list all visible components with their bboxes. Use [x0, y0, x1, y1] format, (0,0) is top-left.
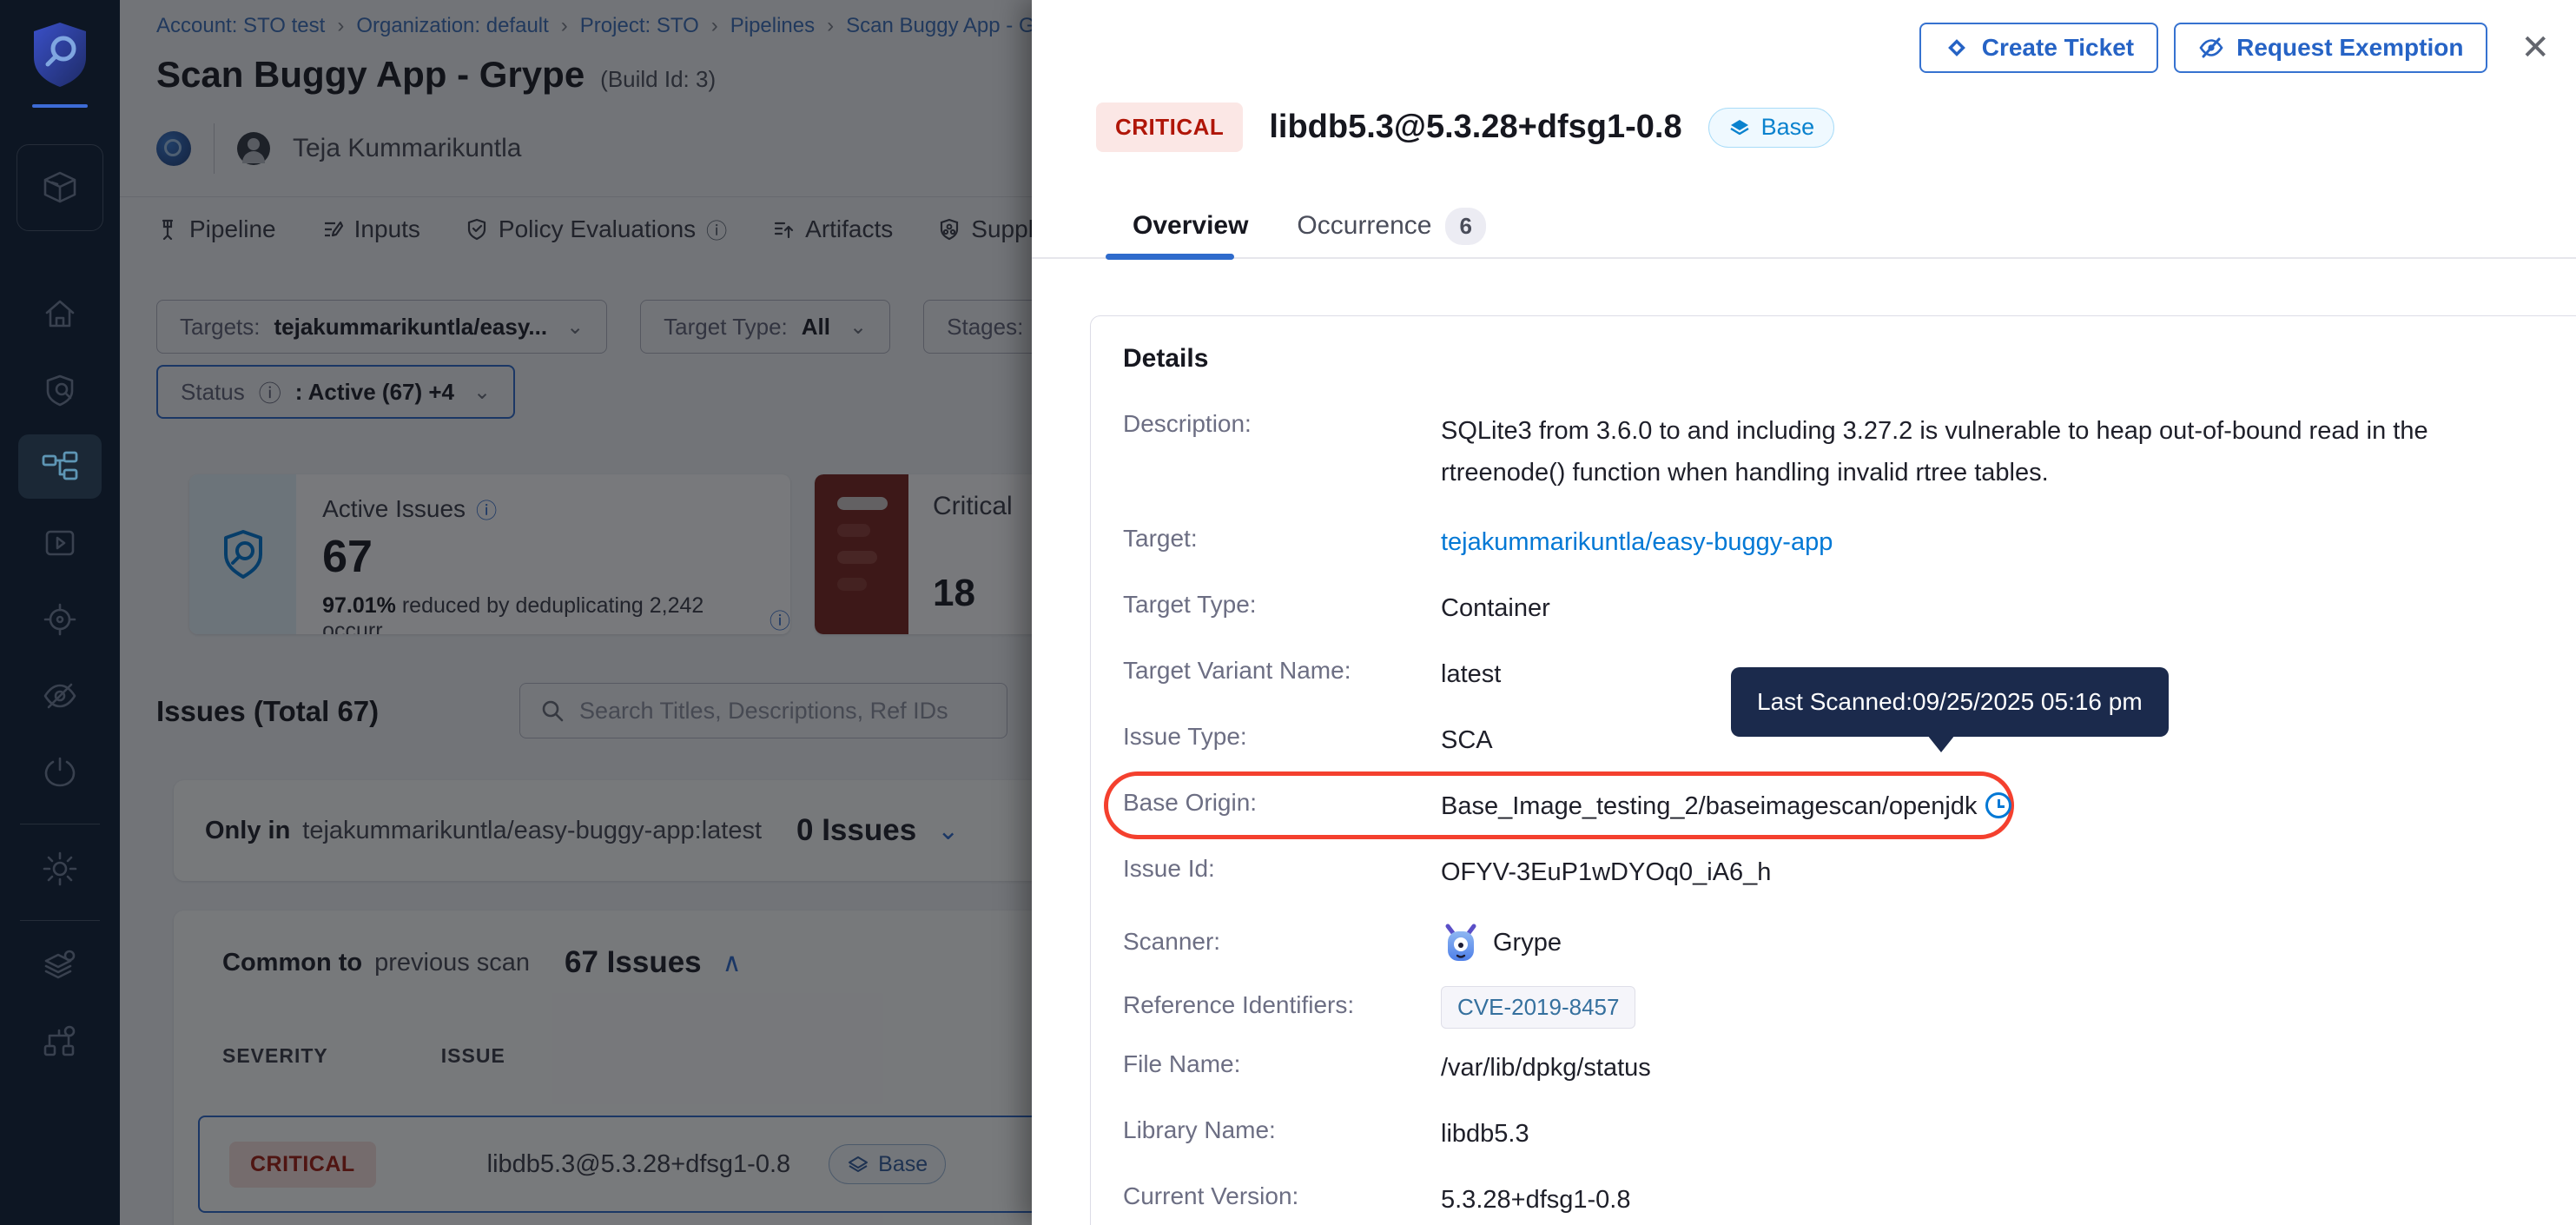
- sidebar-item-get-started[interactable]: [18, 740, 102, 805]
- power-icon: [42, 754, 78, 791]
- field-base-origin: Last Scanned:09/25/2025 05:16 pm Base Or…: [1123, 789, 2576, 824]
- sto-shield-logo-icon[interactable]: [29, 19, 91, 89]
- sidebar-item-default-settings[interactable]: [18, 933, 102, 997]
- nav-divider: [32, 104, 88, 108]
- details-card: Details ∧ Description: SQLite3 from 3.6.…: [1090, 315, 2576, 1225]
- org-setup-gear-icon: [41, 1023, 79, 1060]
- sidebar-item-scans[interactable]: [18, 358, 102, 422]
- sidebar-item-settings[interactable]: [18, 837, 102, 901]
- create-ticket-button[interactable]: Create Ticket: [1919, 23, 2158, 73]
- module-cube-icon: [40, 168, 80, 208]
- app-root: Account: STO test › Organization: defaul…: [0, 0, 2576, 1225]
- last-scanned-tooltip: Last Scanned:09/25/2025 05:16 pm: [1731, 667, 2169, 737]
- request-exemption-button[interactable]: Request Exemption: [2174, 23, 2487, 73]
- sidebar-item-home[interactable]: [18, 281, 102, 346]
- eye-slash-icon: [41, 679, 79, 713]
- sidebar-item-pipelines[interactable]: [18, 434, 102, 499]
- field-current-version: Current Version: 5.3.28+dfsg1-0.8: [1123, 1182, 2576, 1217]
- close-drawer-icon[interactable]: ✕: [2508, 28, 2562, 68]
- drawer-tabs: Overview Occurrence 6: [1032, 195, 2576, 259]
- layers-gear-icon: [41, 947, 79, 983]
- target-link[interactable]: tejakummarikuntla/easy-buggy-app: [1441, 525, 1833, 560]
- target-crosshair-icon: [42, 601, 78, 638]
- sidebar-item-targets[interactable]: [18, 587, 102, 652]
- settings-gear-icon: [41, 850, 79, 888]
- field-reference-identifiers: Reference Identifiers: CVE-2019-8457: [1123, 986, 2576, 1029]
- sidebar-item-exemptions[interactable]: [18, 664, 102, 728]
- field-target: Target: tejakummarikuntla/easy-buggy-app: [1123, 525, 2576, 560]
- sidebar-item-executions[interactable]: [18, 511, 102, 575]
- clock-icon[interactable]: [1985, 792, 2011, 818]
- field-description: Description: SQLite3 from 3.6.0 to and i…: [1123, 410, 2576, 493]
- base-badge: Base: [1708, 108, 1835, 148]
- tab-overview[interactable]: Overview: [1133, 211, 1248, 241]
- issue-title: libdb5.3@5.3.28+dfsg1-0.8: [1269, 109, 1681, 146]
- left-nav-sidebar: [0, 0, 120, 1225]
- field-file-name: File Name: /var/lib/dpkg/status: [1123, 1050, 2576, 1085]
- field-library-name: Library Name: libdb5.3: [1123, 1116, 2576, 1151]
- eye-slash-icon: [2198, 35, 2224, 61]
- home-icon: [42, 295, 78, 332]
- sidebar-separator: [20, 920, 100, 921]
- field-target-type: Target Type: Container: [1123, 591, 2576, 626]
- cve-chip[interactable]: CVE-2019-8457: [1441, 986, 1635, 1029]
- module-selector-button[interactable]: [17, 144, 103, 231]
- active-tab-underline: [1106, 254, 1234, 260]
- field-issue-id: Issue Id: OFYV-3EuP1wDYOq0_iA6_h: [1123, 855, 2576, 890]
- layers-icon: [1728, 116, 1751, 139]
- executions-play-icon: [42, 525, 78, 561]
- issue-details-drawer: Create Ticket Request Exemption ✕ CRITIC…: [1032, 0, 2576, 1225]
- sidebar-item-project-setup[interactable]: [18, 1010, 102, 1074]
- pipelines-icon: [40, 449, 80, 484]
- field-scanner: Scanner: Grype: [1123, 921, 2576, 964]
- severity-badge: CRITICAL: [1096, 103, 1243, 152]
- occurrence-count-badge: 6: [1445, 208, 1485, 245]
- ticket-diamond-icon: [1944, 35, 1970, 61]
- shield-search-icon: [42, 372, 78, 408]
- grype-scanner-icon: [1441, 921, 1481, 964]
- details-heading: Details: [1123, 344, 1208, 374]
- tab-occurrence[interactable]: Occurrence 6: [1297, 208, 1486, 245]
